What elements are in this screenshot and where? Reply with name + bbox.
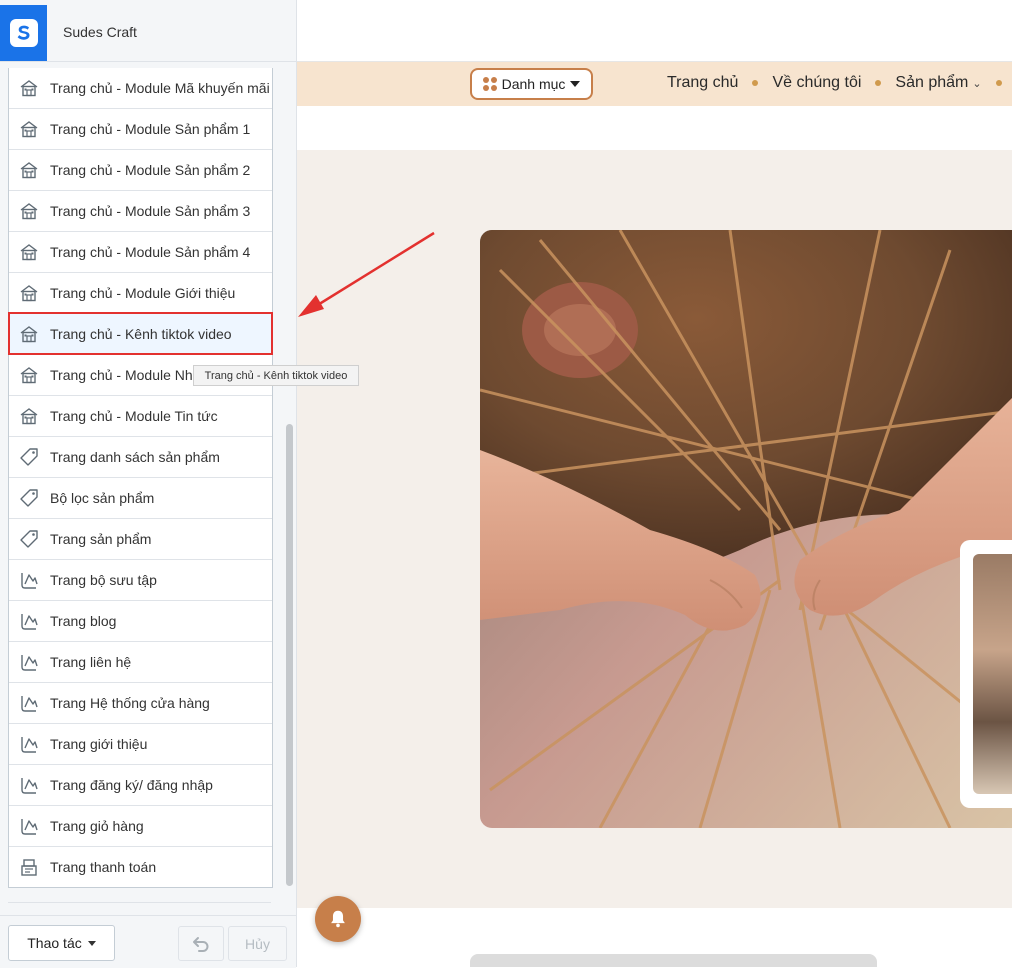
section-item-label: Trang sản phẩm: [50, 531, 152, 547]
caret-down-icon: [87, 940, 96, 946]
home-icon: [18, 160, 40, 180]
s-logo-icon: [9, 19, 38, 47]
section-item-selected[interactable]: Trang chủ - Kênh tiktok video: [8, 312, 273, 355]
home-icon: [18, 119, 40, 139]
section-item[interactable]: Trang sản phẩm: [9, 518, 272, 559]
section-item[interactable]: Trang đăng ký/ đăng nhập: [9, 764, 272, 805]
home-icon: [18, 406, 40, 426]
home-icon: [18, 201, 40, 221]
home-icon: [18, 78, 40, 98]
grid-dots-icon: [482, 77, 497, 91]
home-icon: [18, 324, 40, 344]
section-item-label: Trang chủ - Module Sản phẩm 3: [50, 203, 251, 219]
home-icon: [18, 242, 40, 262]
section-item-label: Trang chủ - Module Mã khuyến mãi: [50, 80, 270, 96]
tag-icon: [18, 488, 40, 508]
section-item[interactable]: Trang blog: [9, 600, 272, 641]
pages-icon: [18, 734, 40, 754]
caret-down-icon: [570, 81, 581, 87]
section-list: Trang chủ - Module Mã khuyến mãi Trang ch…: [8, 68, 273, 888]
section-item-label: Trang liên hệ: [50, 654, 132, 670]
pages-icon: [18, 570, 40, 590]
next-section-card: [470, 954, 877, 967]
section-item-label: Trang giỏ hàng: [50, 818, 144, 834]
section-item-label: Trang chủ - Module Giới thiệu: [50, 285, 236, 301]
nav-link-about[interactable]: Về chúng tôi: [772, 74, 861, 92]
section-item[interactable]: Trang chủ - Module Sản phẩm 4: [9, 231, 272, 272]
section-item-label: Trang đăng ký/ đăng nhập: [50, 777, 213, 793]
section-item-label: Trang Hệ thống cửa hàng: [50, 695, 210, 711]
section-item[interactable]: Trang bộ sưu tập: [9, 559, 272, 600]
cancel-button[interactable]: Hủy: [228, 926, 287, 961]
home-icon: [18, 365, 40, 385]
notification-bell-button[interactable]: [315, 896, 361, 942]
bell-icon: [331, 910, 345, 928]
divider: [8, 902, 271, 903]
undo-button[interactable]: [178, 926, 224, 961]
actions-label: Thao tác: [27, 935, 82, 951]
section-item-label: Trang chủ - Module Sản phẩm 1: [50, 121, 251, 137]
nav-link-home[interactable]: Trang chủ: [667, 74, 738, 92]
section-item-label: Trang chủ - Module Tin tức: [50, 408, 218, 424]
section-item-label: Trang chủ - Kênh tiktok video: [50, 326, 232, 342]
pages-icon: [18, 693, 40, 713]
storefront-preview: Danh mục Trang chủ Về chúng tôi Sản phẩm…: [297, 0, 1012, 967]
pages-icon: [18, 611, 40, 631]
section-item[interactable]: Trang chủ - Module Sản phẩm 3: [9, 190, 272, 231]
section-item[interactable]: Trang liên hệ: [9, 641, 272, 682]
scrollbar-thumb[interactable]: [286, 424, 293, 886]
actions-dropdown-button[interactable]: Thao tác: [8, 925, 115, 961]
tag-icon: [18, 447, 40, 467]
section-item[interactable]: Trang giới thiệu: [9, 723, 272, 764]
tooltip: Trang chủ - Kênh tiktok video: [193, 365, 359, 386]
chevron-down-icon: ⌄: [972, 77, 982, 90]
section-item[interactable]: Trang chủ - Module Giới thiệu: [9, 272, 272, 313]
pages-icon: [18, 816, 40, 836]
section-item[interactable]: Trang Hệ thống cửa hàng: [9, 682, 272, 723]
hero-image-weaving-hands: [480, 230, 1012, 828]
section-item[interactable]: Trang chủ - Module Sản phẩm 2: [9, 149, 272, 190]
section-item[interactable]: Trang chủ - Module Tin tức: [9, 395, 272, 436]
preview-topbar: [297, 5, 1012, 62]
nav-separator: [995, 80, 1002, 86]
section-item-label: Trang danh sách sản phẩm: [50, 449, 220, 465]
section-item-label: Trang bộ sưu tập: [50, 572, 157, 588]
tag-icon: [18, 529, 40, 549]
nav-link-products[interactable]: Sản phẩm: [895, 74, 968, 92]
secondary-image: [973, 554, 1012, 794]
pages-icon: [18, 775, 40, 795]
register-icon: [18, 857, 40, 877]
section-item[interactable]: Trang chủ - Module Sản phẩm 1: [9, 108, 272, 149]
category-label: Danh mục: [501, 76, 566, 92]
section-item-label: Trang blog: [50, 613, 117, 629]
section-item-label: Bộ lọc sản phẩm: [50, 490, 155, 506]
section-item[interactable]: Trang chủ - Module Mã khuyến mãi: [9, 68, 272, 108]
annotation-arrow: [298, 231, 435, 317]
app-logo[interactable]: [0, 5, 47, 61]
section-item-label: Trang giới thiệu: [50, 736, 148, 752]
pages-icon: [18, 652, 40, 672]
shop-name: Sudes Craft: [63, 24, 137, 40]
section-item-label: Trang chủ - Module Sản phẩm 2: [50, 162, 251, 178]
section-item[interactable]: Bộ lọc sản phẩm: [9, 477, 272, 518]
category-menu-button[interactable]: Danh mục: [470, 68, 593, 100]
section-item[interactable]: Trang giỏ hàng: [9, 805, 272, 846]
section-item-label: Trang thanh toán: [50, 859, 157, 875]
sidebar-header: Sudes Craft: [0, 0, 296, 62]
main-nav: Trang chủ Về chúng tôi Sản phẩm ⌄: [667, 74, 1012, 92]
theme-sections-sidebar: Sudes Craft Trang chủ - Module Mã khuyến…: [0, 0, 297, 968]
undo-icon: [193, 936, 209, 952]
section-item[interactable]: Trang danh sách sản phẩm: [9, 436, 272, 477]
nav-separator: [752, 80, 759, 86]
section-item-label: Trang chủ - Module Sản phẩm 4: [50, 244, 251, 260]
section-item[interactable]: Trang thanh toán: [9, 846, 272, 887]
preview-navbar: Danh mục Trang chủ Về chúng tôi Sản phẩm…: [297, 62, 1012, 106]
nav-separator: [875, 80, 882, 86]
home-icon: [18, 283, 40, 303]
